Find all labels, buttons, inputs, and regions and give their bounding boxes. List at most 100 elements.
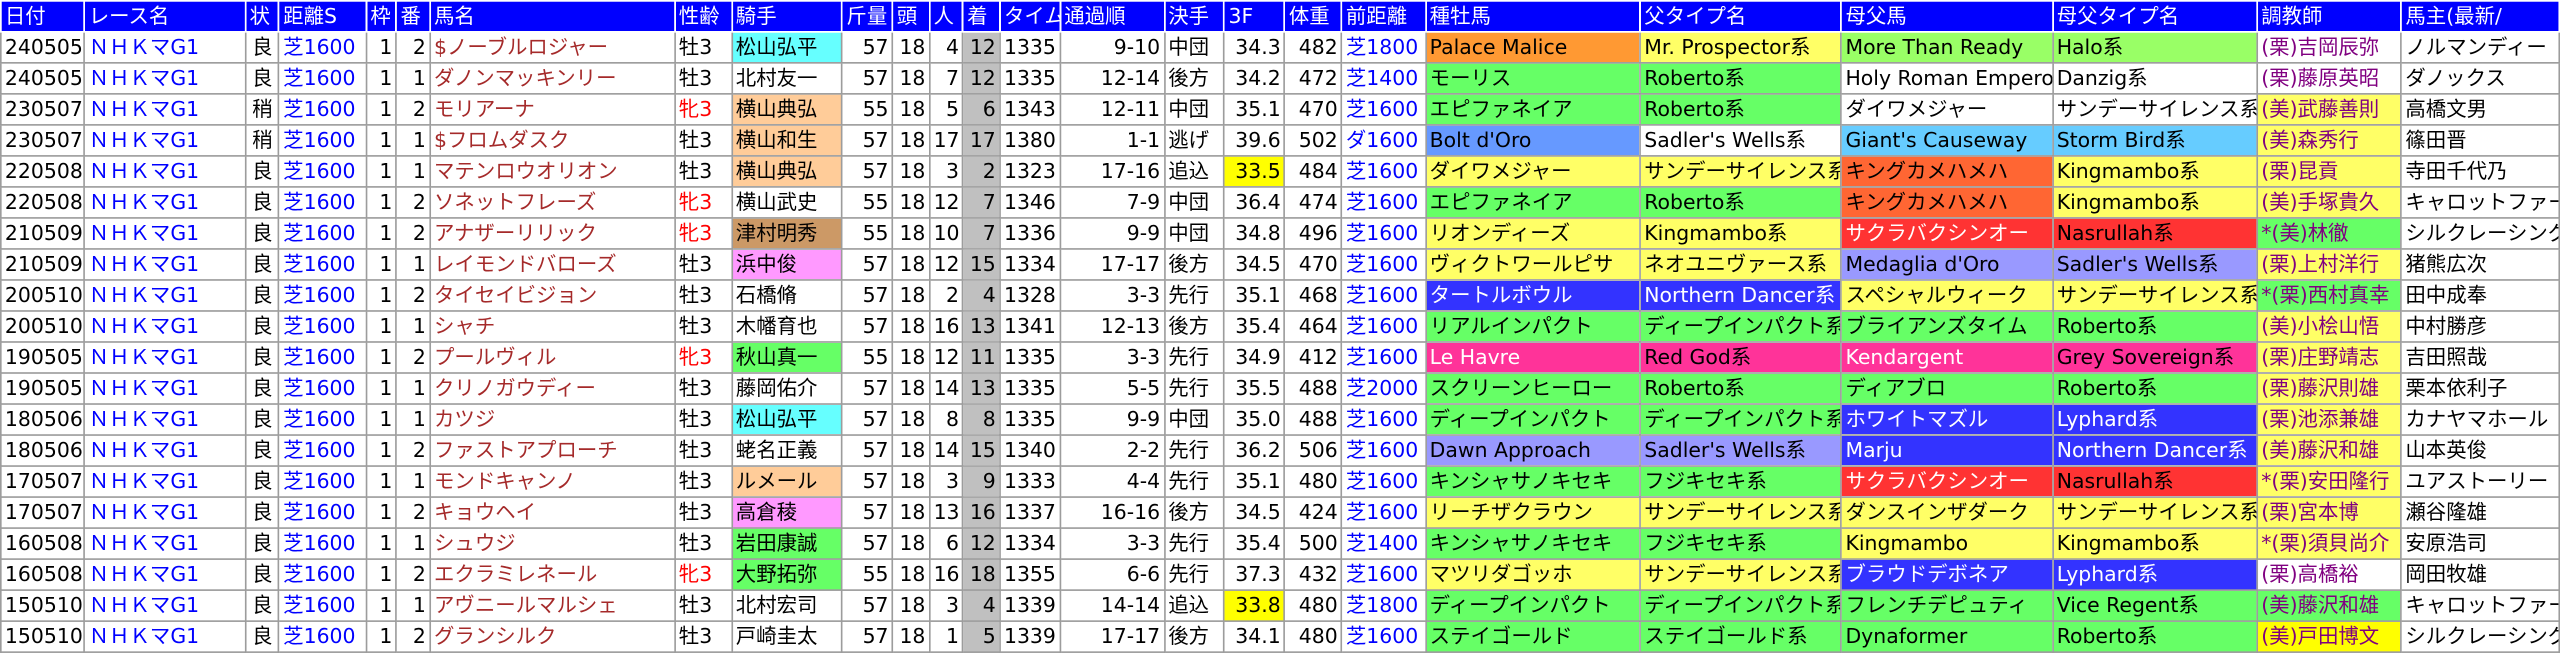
table-row[interactable]: 210509 ＮＨＫマG1 良芝1600 1 2 アナザーリリック 牝3 津村明秀 55 18 10… — [0, 217, 2560, 250]
cell-previous-distance: 芝1600 — [1340, 496, 1427, 529]
cell-track-condition: 稍 — [244, 93, 280, 126]
column-header[interactable]: 人 — [928, 0, 964, 33]
table-row[interactable]: 180506 ＮＨＫマG1 良芝1600 1 1 カツジ 牡3 松山弘平 57 18 8 8 1335 9… — [0, 403, 2560, 436]
cell-horse-name: ファストアプローチ — [429, 434, 676, 467]
cell-gate: 1 — [365, 558, 398, 591]
cell-distance: 芝1600 — [278, 217, 368, 250]
table-row[interactable]: 160508 ＮＨＫマG1 良芝1600 1 1 シュウジ 牡3 岩田康誠 57 18 6 12 133… — [0, 527, 2560, 560]
cell-trainer: *(栗)西村真幸 — [2256, 279, 2403, 312]
cell-running-style: 後方 — [1163, 496, 1226, 529]
cell-finish: 13 — [962, 310, 1001, 343]
cell-running-style: 後方 — [1163, 248, 1226, 281]
table-row[interactable]: 230507 ＮＨＫマG1 稍芝1600 1 1 $フロムダスク 牡3 横山和生 57 18 17 1… — [0, 124, 2560, 157]
table-row[interactable]: 190505 ＮＨＫマG1 良芝1600 1 2 プールヴィル 牝3 秋山真一 55 18 12 11… — [0, 341, 2560, 374]
table-row[interactable]: 210509 ＮＨＫマG1 良芝1600 1 1 レイモンドバローズ 牡3 浜中俊 57 18 12… — [0, 248, 2560, 281]
cell-number: 1 — [395, 62, 431, 95]
cell-previous-distance: 芝2000 — [1340, 372, 1427, 405]
column-header[interactable]: 日付 — [0, 0, 86, 33]
cell-last-3f: 35.1 — [1223, 279, 1286, 312]
column-header[interactable]: タイム — [999, 0, 1062, 33]
cell-passing-order: 5-5 — [1059, 372, 1165, 405]
column-header[interactable]: 距離S — [278, 0, 368, 33]
table-row[interactable]: 200510 ＮＨＫマG1 良芝1600 1 1 シャチ 牡3 木幡育也 57 18 16 13 134… — [0, 310, 2560, 343]
table-row[interactable]: 150510 ＮＨＫマG1 良芝1600 1 2 グランシルク 牡3 戸崎圭太 57 18 1 5 13… — [0, 620, 2560, 653]
cell-time: 1323 — [999, 155, 1062, 188]
column-header[interactable]: 馬主(最新/ — [2400, 0, 2560, 33]
cell-gate: 1 — [365, 155, 398, 188]
table-row[interactable]: 200510 ＮＨＫマG1 良芝1600 1 2 タイセイビジョン 牡3 石橋脩 57 18 2 4 1… — [0, 279, 2560, 312]
cell-time: 1336 — [999, 217, 1062, 250]
table-row[interactable]: 170507 ＮＨＫマG1 良芝1600 1 2 キョウヘイ 牡3 高倉稜 57 18 13 16 13… — [0, 496, 2560, 529]
cell-race-name: ＮＨＫマG1 — [83, 155, 247, 188]
cell-running-style: 中団 — [1163, 217, 1226, 250]
column-header[interactable]: 性齢 — [673, 0, 733, 33]
column-header[interactable]: 騎手 — [730, 0, 844, 33]
cell-weight-carried: 55 — [841, 93, 894, 126]
cell-field-size: 18 — [891, 186, 931, 219]
cell-gate: 1 — [365, 93, 398, 126]
cell-owner: 吉田照哉 — [2400, 341, 2560, 374]
cell-weight-carried: 57 — [841, 620, 894, 653]
column-header[interactable]: 調教師 — [2256, 0, 2403, 33]
cell-track-condition: 良 — [244, 434, 280, 467]
cell-distance: 芝1600 — [278, 248, 368, 281]
cell-sire: ディープインパクト — [1424, 403, 1642, 436]
cell-gate: 1 — [365, 248, 398, 281]
cell-gate: 1 — [365, 372, 398, 405]
table-row[interactable]: 220508 ＮＨＫマG1 良芝1600 1 2 ソネットフレーズ 牝3 横山武史 55 18 12… — [0, 186, 2560, 219]
column-header[interactable]: 決手 — [1163, 0, 1226, 33]
table-row[interactable]: 230507 ＮＨＫマG1 稍芝1600 1 2 モリアーナ 牝3 横山典弘 55 18 5 6 134… — [0, 93, 2560, 126]
column-header[interactable]: 母父馬 — [1840, 0, 2054, 33]
table-row[interactable]: 220508 ＮＨＫマG1 良芝1600 1 1 マテンロウオリオン 牡3 横山典弘 57 18 3… — [0, 155, 2560, 188]
column-header[interactable]: 体重 — [1283, 0, 1343, 33]
cell-horse-name: ダノンマッキンリー — [429, 62, 676, 95]
column-header[interactable]: 馬名 — [429, 0, 676, 33]
column-header[interactable]: 頭 — [891, 0, 931, 33]
cell-distance: 芝1600 — [278, 341, 368, 374]
cell-horse-name: グランシルク — [429, 620, 676, 653]
cell-horse-name: レイモンドバローズ — [429, 248, 676, 281]
cell-running-style: 先行 — [1163, 279, 1226, 312]
table-row[interactable]: 240505 ＮＨＫマG1 良芝1600 1 1 ダノンマッキンリー 牡3 北村友一 57 18 7… — [0, 62, 2560, 95]
cell-distance: 芝1600 — [278, 496, 368, 529]
column-header[interactable]: 3F — [1223, 0, 1286, 33]
column-header[interactable]: 番 — [395, 0, 431, 33]
cell-last-3f: 34.2 — [1223, 62, 1286, 95]
column-header[interactable]: 母父タイプ名 — [2051, 0, 2258, 33]
table-row[interactable]: 190505 ＮＨＫマG1 良芝1600 1 1 クリノガウディー 牡3 藤岡佑介 57 18 14… — [0, 372, 2560, 405]
cell-previous-distance: 芝1600 — [1340, 403, 1427, 436]
table-row[interactable]: 150510 ＮＨＫマG1 良芝1600 1 1 アヴニールマルシェ 牡3 北村宏司 57 18 3… — [0, 589, 2560, 622]
column-header[interactable]: 前距離 — [1340, 0, 1427, 33]
cell-time: 1335 — [999, 31, 1062, 64]
column-header[interactable]: 父タイプ名 — [1639, 0, 1843, 33]
table-row[interactable]: 160508 ＮＨＫマG1 良芝1600 1 2 エクラミレネール 牝3 大野拓弥 55 18 16… — [0, 558, 2560, 591]
cell-finish: 4 — [962, 279, 1001, 312]
cell-last-3f: 35.4 — [1223, 310, 1286, 343]
column-header[interactable]: 状 — [244, 0, 280, 33]
cell-previous-distance: 芝1600 — [1340, 155, 1427, 188]
cell-field-size: 18 — [891, 62, 931, 95]
cell-trainer: (美)戸田博文 — [2256, 620, 2403, 653]
cell-sex-age: 牝3 — [673, 93, 733, 126]
column-header[interactable]: 種牡馬 — [1424, 0, 1642, 33]
cell-weight-carried: 57 — [841, 124, 894, 157]
column-header[interactable]: 枠 — [365, 0, 398, 33]
column-header[interactable]: 斤量 — [841, 0, 894, 33]
cell-distance: 芝1600 — [278, 155, 368, 188]
cell-horse-name: プールヴィル — [429, 341, 676, 374]
cell-sire-type: サンデーサイレンス系 — [1639, 558, 1843, 591]
cell-owner: 田中成奉 — [2400, 279, 2560, 312]
column-header[interactable]: レース名 — [83, 0, 247, 33]
cell-gate: 1 — [365, 434, 398, 467]
cell-sire: エピファネイア — [1424, 186, 1642, 219]
table-row[interactable]: 170507 ＮＨＫマG1 良芝1600 1 1 モンドキャンノ 牡3 ルメール 57 18 3 9 1… — [0, 465, 2560, 498]
table-row[interactable]: 180506 ＮＨＫマG1 良芝1600 1 2 ファストアプローチ 牡3 蛯名正義 57 18 1… — [0, 434, 2560, 467]
column-header[interactable]: 通過順 — [1059, 0, 1165, 33]
table-row[interactable]: 240505 ＮＨＫマG1 良芝1600 1 2 $ノーブルロジャー 牡3 松山弘平 57 18 4… — [0, 31, 2560, 64]
cell-damsire: Kendargent — [1840, 341, 2054, 374]
cell-popularity: 6 — [928, 527, 964, 560]
column-header[interactable]: 着 — [962, 0, 1001, 33]
cell-trainer: (栗)高橋裕 — [2256, 558, 2403, 591]
cell-field-size: 18 — [891, 465, 931, 498]
cell-finish: 16 — [962, 496, 1001, 529]
